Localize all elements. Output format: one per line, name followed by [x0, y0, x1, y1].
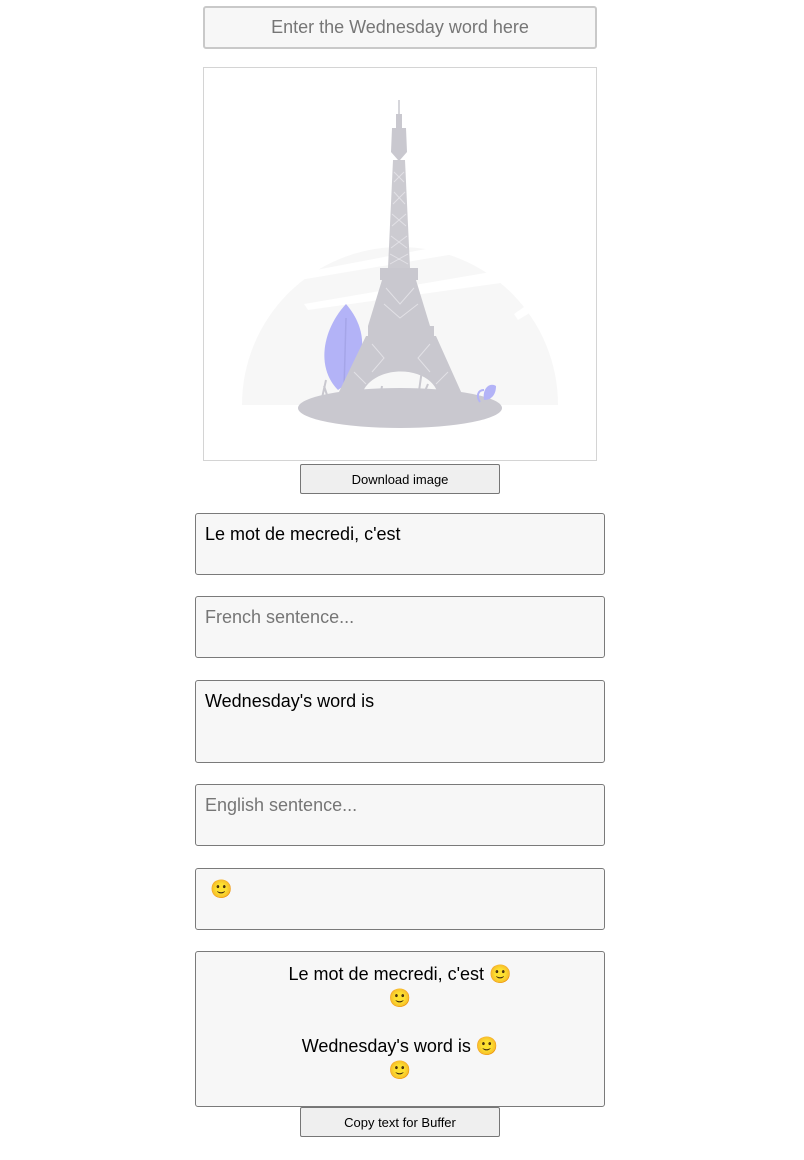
download-image-button[interactable]: Download image [300, 464, 500, 494]
english-sentence-field[interactable] [195, 784, 605, 846]
copy-text-button[interactable]: Copy text for Buffer [300, 1107, 500, 1137]
download-image-label: Download image [351, 471, 449, 487]
word-image-preview [203, 67, 597, 461]
output-line-emoji-2: 🙂 [388, 1060, 412, 1080]
french-prefix-field[interactable]: Le mot de mecredi, c'est [195, 513, 605, 575]
english-prefix-field[interactable]: Wednesday's word is [195, 680, 605, 763]
wednesday-word-input[interactable] [203, 6, 597, 49]
copy-text-label: Copy text for Buffer [344, 1114, 456, 1130]
output-line-emoji-1: 🙂 [388, 988, 412, 1008]
buffer-output-preview: Le mot de mecredi, c'est 🙂 🙂 Wednesday's… [195, 951, 605, 1107]
eiffel-tower-illustration [242, 100, 558, 428]
french-sentence-field[interactable] [195, 596, 605, 658]
output-line-french: Le mot de mecredi, c'est 🙂 [288, 964, 512, 984]
output-line-english: Wednesday's word is 🙂 [301, 1036, 499, 1056]
output-line-blank [196, 1010, 604, 1034]
emoji-field[interactable]: 🙂 [195, 868, 605, 930]
